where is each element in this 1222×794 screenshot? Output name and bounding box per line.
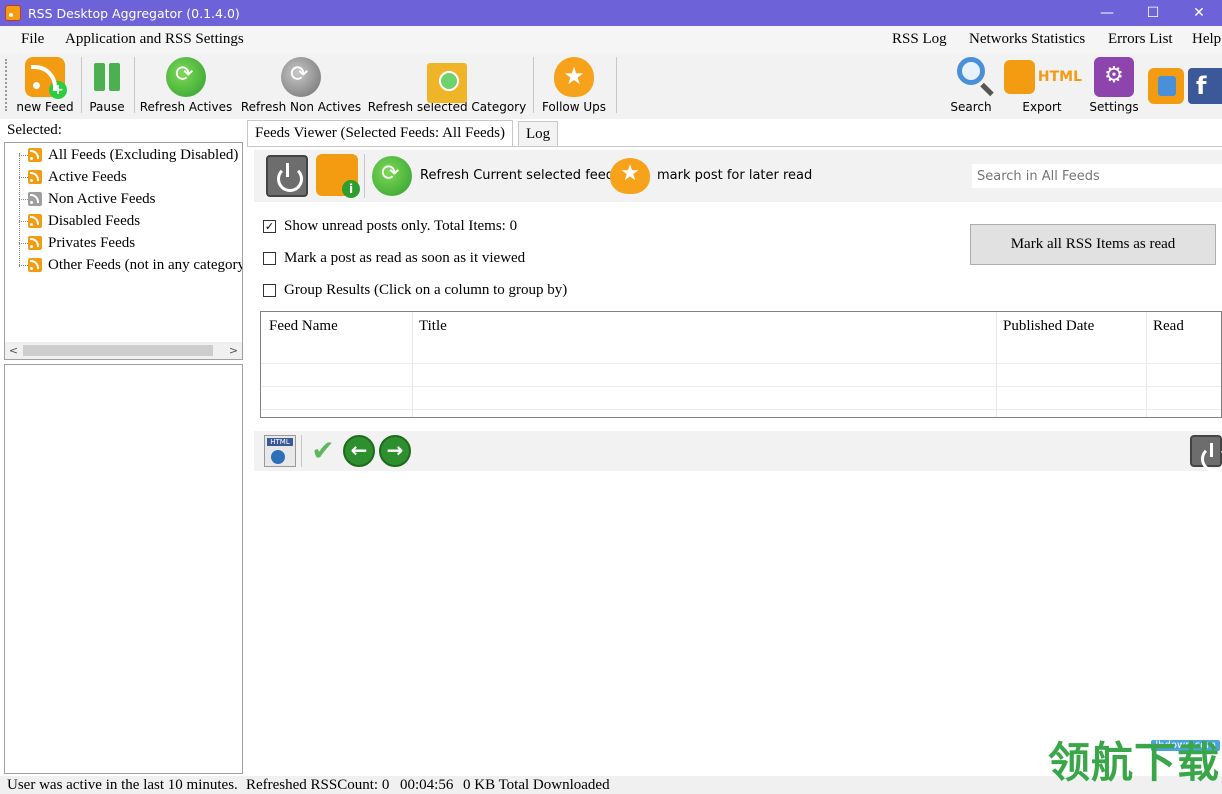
previous-arrow-icon[interactable]: ← bbox=[343, 435, 375, 467]
rss-info-icon[interactable]: i bbox=[316, 154, 360, 198]
rss-gray-icon bbox=[28, 192, 42, 206]
status-refreshed-count: Refreshed RSSCount: 0 bbox=[246, 777, 390, 793]
mark-later-read-button[interactable]: mark post for later read bbox=[657, 168, 812, 183]
refresh-green-icon: ⟳ bbox=[166, 57, 206, 97]
pause-icon bbox=[87, 57, 127, 97]
new-feed-button[interactable]: + new Feed bbox=[14, 53, 76, 119]
watermark: lhdown.com 领航下载 bbox=[1047, 738, 1220, 787]
window-title: RSS Desktop Aggregator (0.1.4.0) bbox=[28, 5, 240, 21]
main-toolbar: + new Feed Pause ⟳ Refresh Actives ⟳ Ref… bbox=[0, 53, 1222, 119]
refresh-non-actives-button[interactable]: ⟳ Refresh Non Actives bbox=[240, 53, 362, 119]
search-button[interactable]: Search bbox=[946, 53, 996, 119]
refresh-current-feeds-button[interactable]: Refresh Current selected feeds bbox=[420, 168, 621, 183]
mark-read-on-view-checkbox[interactable]: Mark a post as read as soon as it viewed bbox=[263, 248, 525, 268]
tree-item-privates-feeds[interactable]: Privates Feeds bbox=[28, 233, 135, 253]
close-button[interactable]: ✕ bbox=[1176, 0, 1222, 26]
column-header-feed-name[interactable]: Feed Name bbox=[269, 318, 338, 335]
next-arrow-icon[interactable]: → bbox=[379, 435, 411, 467]
like-icon[interactable] bbox=[1148, 68, 1184, 104]
column-header-published-date[interactable]: Published Date bbox=[1003, 318, 1094, 335]
tab-feeds-viewer[interactable]: Feeds Viewer (Selected Feeds: All Feeds) bbox=[247, 120, 514, 146]
viewer-toolbar: i ⟳ Refresh Current selected feeds ★ mar… bbox=[254, 150, 1222, 202]
tree-item-non-active-feeds[interactable]: Non Active Feeds bbox=[28, 189, 155, 209]
table-row bbox=[261, 363, 1221, 364]
rss-icon bbox=[28, 214, 42, 228]
scroll-left-arrow[interactable]: < bbox=[5, 342, 22, 359]
menu-rss-log[interactable]: RSS Log bbox=[892, 31, 947, 48]
star-heart-icon: ★ bbox=[554, 57, 594, 97]
search-feeds-input[interactable] bbox=[972, 164, 1222, 188]
title-bar: RSS Desktop Aggregator (0.1.4.0) — ☐ ✕ bbox=[0, 0, 1222, 26]
menu-network-statistics[interactable]: Networks Statistics bbox=[969, 31, 1085, 48]
power-icon[interactable] bbox=[266, 155, 308, 197]
tree-item-all-feeds[interactable]: All Feeds (Excluding Disabled) bbox=[28, 145, 238, 165]
tab-log[interactable]: Log bbox=[518, 121, 559, 146]
mark-all-read-button[interactable]: Mark all RSS Items as read bbox=[970, 224, 1216, 265]
menu-help[interactable]: Help bbox=[1192, 31, 1221, 48]
status-bar: User was active in the last 10 minutes. … bbox=[0, 776, 1222, 794]
folder-refresh-icon bbox=[427, 63, 467, 103]
feed-category-tree[interactable]: All Feeds (Excluding Disabled) Active Fe… bbox=[4, 142, 243, 360]
rss-icon bbox=[28, 258, 42, 272]
maximize-button[interactable]: ☐ bbox=[1130, 0, 1176, 26]
table-row bbox=[261, 386, 1221, 387]
tree-horizontal-scrollbar[interactable]: < > bbox=[5, 342, 242, 359]
checkbox[interactable] bbox=[263, 251, 276, 265]
status-downloaded: 0 KB Total Downloaded bbox=[463, 777, 610, 793]
toolbar-separator bbox=[616, 57, 617, 113]
toolbar-separator bbox=[533, 57, 534, 113]
checkbox-checked[interactable]: ✓ bbox=[263, 219, 276, 233]
status-activity: User was active in the last 10 minutes. bbox=[7, 777, 238, 793]
refresh-category-button[interactable]: Refresh selected Category bbox=[368, 53, 526, 119]
feed-details-panel bbox=[4, 364, 243, 774]
tree-item-other-feeds[interactable]: Other Feeds (not in any category) bbox=[28, 255, 242, 275]
refresh-actives-button[interactable]: ⟳ Refresh Actives bbox=[140, 53, 232, 119]
tree-item-disabled-feeds[interactable]: Disabled Feeds bbox=[28, 211, 140, 231]
export-button[interactable]: HTML Export bbox=[1002, 53, 1082, 119]
menu-file[interactable]: File bbox=[21, 31, 44, 48]
toolbar-separator bbox=[134, 57, 135, 113]
menu-settings[interactable]: Application and RSS Settings bbox=[65, 31, 244, 48]
html-export-icon[interactable]: HTML bbox=[264, 435, 296, 467]
toolbar-grip bbox=[5, 59, 7, 111]
check-mark-icon[interactable]: ✔ bbox=[306, 435, 340, 467]
settings-button[interactable]: ⚙ Settings bbox=[1088, 53, 1140, 119]
power-icon[interactable] bbox=[1190, 435, 1222, 472]
column-header-title[interactable]: Title bbox=[419, 318, 447, 335]
app-rss-icon bbox=[5, 5, 21, 21]
rss-add-icon: + bbox=[25, 57, 67, 99]
scroll-thumb[interactable] bbox=[23, 345, 213, 356]
menu-errors-list[interactable]: Errors List bbox=[1108, 31, 1173, 48]
settings-gear-icon: ⚙ bbox=[1094, 57, 1134, 97]
follow-ups-button[interactable]: ★ Follow Ups bbox=[538, 53, 610, 119]
show-unread-checkbox[interactable]: ✓ Show unread posts only. Total Items: 0 bbox=[263, 216, 517, 236]
pause-button[interactable]: Pause bbox=[86, 53, 128, 119]
group-results-checkbox[interactable]: Group Results (Click on a column to grou… bbox=[263, 280, 567, 300]
feed-items-grid[interactable]: Feed Name Title Published Date Read bbox=[260, 311, 1222, 418]
refresh-green-icon[interactable]: ⟳ bbox=[372, 156, 412, 196]
table-row bbox=[261, 409, 1221, 410]
star-heart-icon[interactable]: ★ bbox=[610, 158, 650, 194]
selected-label: Selected: bbox=[7, 122, 62, 138]
checkbox[interactable] bbox=[263, 283, 276, 297]
facebook-icon[interactable]: f bbox=[1188, 68, 1222, 104]
rss-icon bbox=[28, 170, 42, 184]
toolbar-separator bbox=[81, 57, 82, 113]
status-time: 00:04:56 bbox=[400, 777, 454, 793]
menu-bar: File Application and RSS Settings RSS Lo… bbox=[0, 26, 1222, 53]
export-html-icon: HTML bbox=[1002, 57, 1082, 97]
post-toolbar: HTML ✔ ← → bbox=[254, 431, 1222, 472]
refresh-gray-icon: ⟳ bbox=[281, 57, 321, 97]
tree-item-active-feeds[interactable]: Active Feeds bbox=[28, 167, 127, 187]
magnifier-icon bbox=[957, 57, 985, 85]
rss-icon bbox=[28, 148, 42, 162]
rss-icon bbox=[28, 236, 42, 250]
column-header-read[interactable]: Read bbox=[1153, 318, 1184, 335]
minimize-button[interactable]: — bbox=[1084, 0, 1130, 26]
scroll-right-arrow[interactable]: > bbox=[225, 342, 242, 359]
